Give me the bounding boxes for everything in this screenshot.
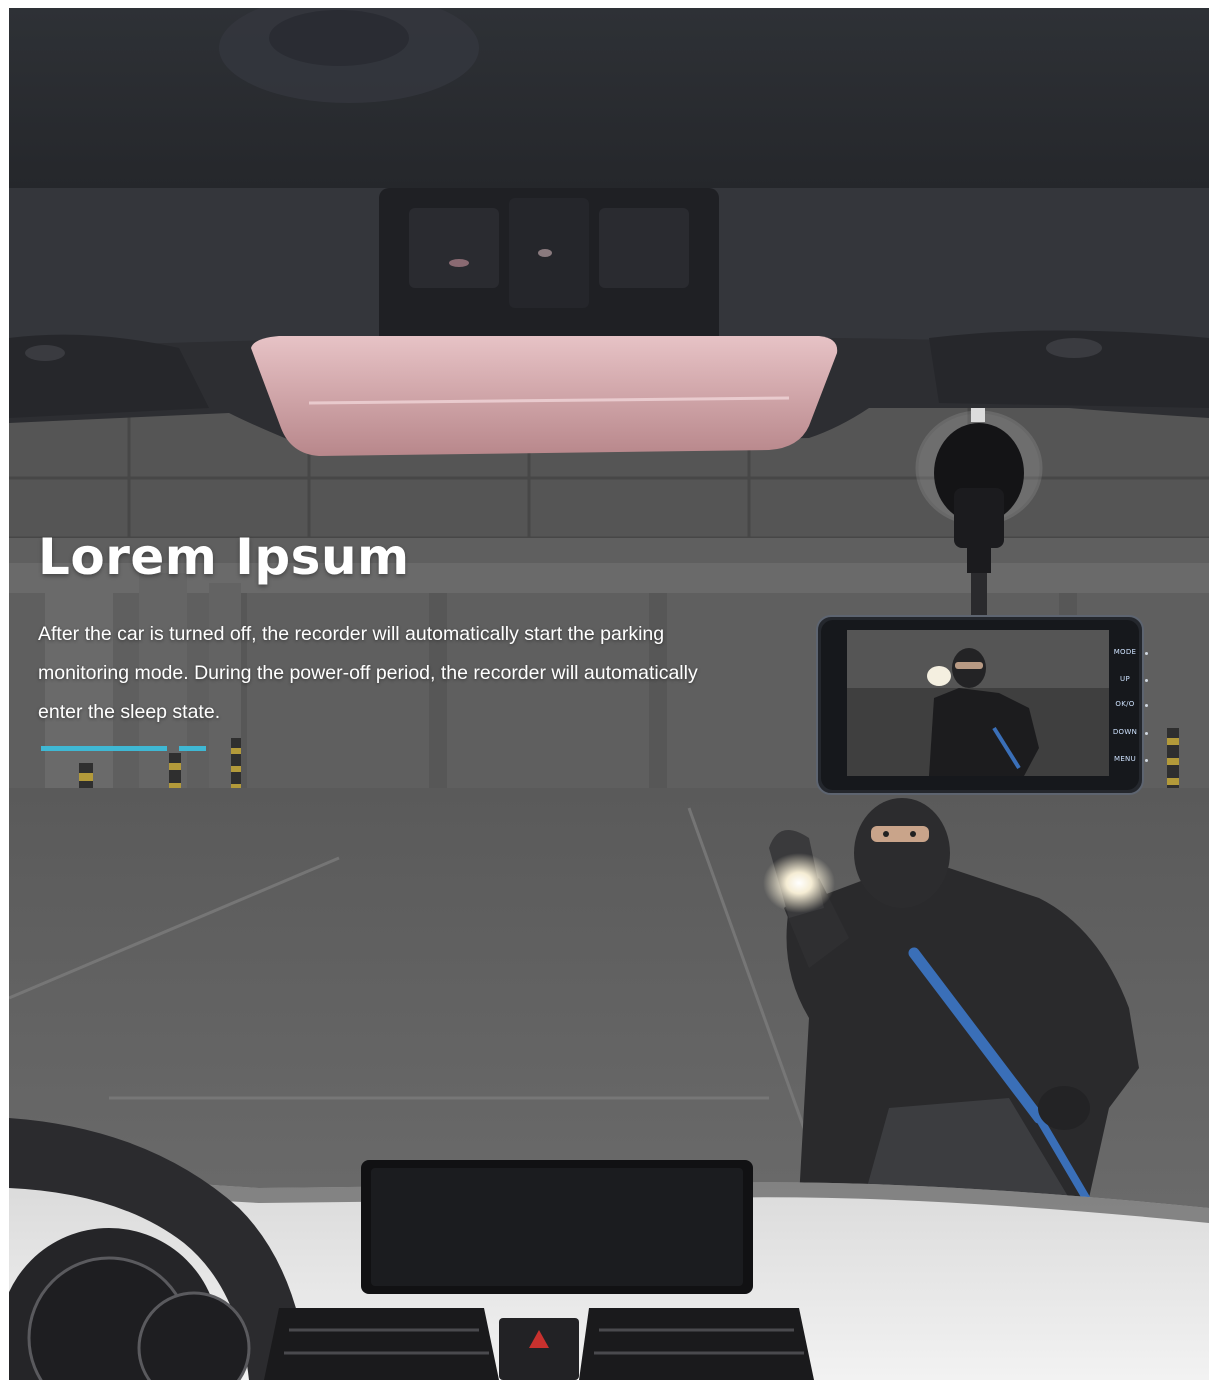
accent-line-long: [41, 746, 167, 751]
dashcam-label-mode: MODE: [1113, 648, 1137, 656]
dashcam-button-dot: [1145, 679, 1148, 682]
feature-description: After the car is turned off, the recorde…: [38, 623, 698, 723]
dashcam-label-ok: OK/O: [1115, 700, 1135, 708]
accent-line-short: [179, 746, 206, 751]
dashcam-button-dot: [1145, 652, 1148, 655]
dashcam-label-menu: MENU: [1113, 755, 1137, 763]
dashcam-label-up: UP: [1120, 675, 1130, 683]
headline: Lorem Ipsum: [38, 528, 410, 586]
dashcam-label-down: DOWN: [1112, 728, 1138, 736]
dashcam-button-dot: [1145, 704, 1148, 707]
product-photo: Lorem Ipsum After the car is turned off,…: [9, 8, 1209, 1380]
dashcam-button-dot: [1145, 732, 1148, 735]
dashcam-button-dot: [1145, 759, 1148, 762]
